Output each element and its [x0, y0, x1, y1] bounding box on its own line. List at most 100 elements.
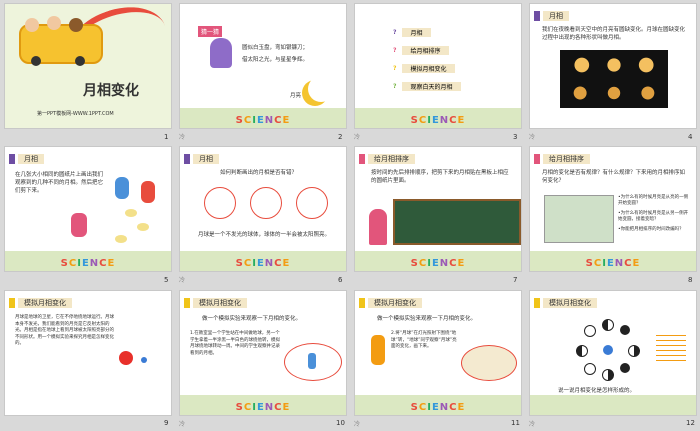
slide-heading: 模拟月相变化: [534, 297, 597, 309]
slide-5[interactable]: 月相 在几张大小相同的圆纸片上画出我们观察到的几种不同的月相。然后把它们剪下来。…: [4, 146, 172, 272]
guess-badge: 猜一猜: [198, 26, 223, 37]
slide-question: 如何判断画出的月相是否有错？: [220, 170, 298, 176]
riddle-line-1: 圆似白玉盘，弯如银镰刀；: [242, 45, 309, 51]
paper-moon-icon: [115, 235, 127, 243]
slide-heading: 月相: [534, 10, 569, 22]
moon-phase-icon: [620, 363, 630, 373]
bullet-2: •为什么有的时候月亮是从另一侧开始变圆，接着变暗？: [618, 211, 689, 222]
kid-avatar: [47, 16, 61, 30]
kid-avatar: [69, 18, 83, 32]
slide-3[interactable]: ? 月相 ? 给月相排序 ? 模拟月相变化 ? 观察白天的月相 SCIENCE: [354, 3, 522, 129]
slide-4[interactable]: 月相 我们在夜晚看到天空中的月亮有圆缺变化。月球在圆缺变化过程中出现的各种形状叫…: [529, 3, 697, 129]
slide-body: 1.在教室里一个学生站在中间做地球，另一个学生拿着一半涂黑一半白色的球绕他转，模…: [190, 331, 280, 356]
moon-phase-icon: [562, 80, 596, 106]
moon-phase-icon: [576, 345, 588, 357]
slide-note: 冷: [179, 421, 186, 428]
mascot-figure: [210, 38, 232, 68]
slide-heading: 模拟月相变化: [359, 297, 422, 309]
slide-number: 1: [164, 133, 169, 141]
science-logo: SCIENCE: [235, 258, 291, 269]
slide-body: 我们在夜晚看到天空中的月亮有圆缺变化。月球在圆缺变化过程中出现的各种形状叫做月相…: [542, 27, 686, 41]
slide-caption: 说一说月相变化是怎样形成的。: [558, 388, 636, 394]
slide-heading: 给月相排序: [534, 153, 590, 165]
menu-item-3[interactable]: ? 模拟月相变化: [393, 64, 455, 73]
menu-item-1[interactable]: ? 月相: [393, 28, 431, 37]
slide-9[interactable]: 模拟月相变化 月球是地球的卫星，它在不停地绕地球运行。月球本身不发光，我们能看到…: [4, 290, 172, 416]
slide-heading: 模拟月相变化: [184, 297, 247, 309]
slide-number: 2: [338, 133, 343, 141]
slide-11[interactable]: 模拟月相变化 做一个模拟实验来观察一下月相的变化。 2.将“月球”在灯光照射下围…: [354, 290, 522, 416]
moon-phase-icon: [584, 325, 596, 337]
slide-number: 11: [511, 419, 520, 427]
moon-phase-icon: [602, 319, 614, 331]
science-logo: SCIENCE: [235, 115, 291, 126]
slide-body: 月球是地球的卫星，它在不停地绕地球运行。月球本身不发光，我们能看到的月亮是它反射…: [15, 315, 114, 346]
slide-number: 10: [336, 419, 345, 427]
slide-12[interactable]: 模拟月相变化 说一说月相变化是怎样形成的。: [529, 290, 697, 416]
slide-10[interactable]: 模拟月相变化 做一个模拟实验来观察一下月相的变化。 1.在教室里一个学生站在中间…: [179, 290, 347, 416]
slide-body: 2.将“月球”在灯光照射下围绕“地球”转，“地球”同学观察“月球”亮面的变化，画…: [391, 331, 457, 349]
kid-avatar: [25, 18, 39, 32]
menu-item-4[interactable]: ? 观察白天的月相: [393, 82, 461, 91]
slide-heading: 月相: [9, 153, 44, 165]
wheel-icon: [31, 56, 41, 66]
slide-note: 冷: [354, 421, 361, 428]
slide-heading: 模拟月相变化: [9, 297, 72, 309]
earth-icon: [141, 357, 147, 363]
slide-6[interactable]: 月相 如何判断画出的月相是否有错？ 月球是一个不发光的球体，球体的一半会被太阳照…: [179, 146, 347, 272]
sunlight-arrows-icon: [656, 335, 686, 361]
slide-note: 冷: [179, 277, 186, 284]
science-logo: SCIENCE: [585, 258, 641, 269]
slide-note: 冷: [529, 421, 536, 428]
kid-figure: [371, 335, 385, 365]
slide-body: 月球是一个不发光的球体，球体的一半会被太阳照亮。: [198, 232, 331, 238]
question-mark-icon: ?: [393, 83, 397, 90]
slide-number: 9: [164, 419, 169, 427]
slide-number: 6: [338, 276, 343, 284]
slide-body: 按时间的先后排排顺序，把剪下来的月相贴在黑板上相应的圆纸片里面。: [371, 170, 509, 184]
moon-phase-icon: [632, 80, 666, 106]
slide-body: 在几张大小相同的圆纸片上画出我们观察到的几种不同的月相。然后把它们剪下来。: [15, 172, 104, 194]
moon-diagram: [296, 187, 328, 219]
science-logo: SCIENCE: [410, 258, 466, 269]
earth-icon: [603, 345, 613, 355]
slide-1[interactable]: 月相变化 第一PPT模板网-WWW.1PPT.COM: [4, 3, 172, 129]
footer-link[interactable]: 第一PPT模板网-WWW.1PPT.COM: [37, 110, 114, 117]
question-mark-icon: ?: [393, 47, 397, 54]
moon-phase-icon: [597, 80, 631, 106]
moon-orbit-diagram: [576, 319, 640, 381]
moon-phase-icon: [620, 325, 630, 335]
slide-subtitle: 做一个模拟实验来观察一下月相的变化。: [202, 316, 302, 322]
riddle-line-2: 借太阳之光，与星星争辉。: [242, 57, 309, 63]
menu-item-2[interactable]: ? 给月相排序: [393, 46, 449, 55]
slide-number: 7: [513, 276, 518, 284]
footer-band: [530, 395, 696, 415]
kid-figure: [71, 213, 87, 237]
moon-phase-icon: [584, 363, 596, 375]
moon-phase-icon: [632, 52, 666, 78]
slide-heading: 月相: [184, 153, 219, 165]
slide-note: 冷: [354, 134, 361, 141]
paper-moon-icon: [137, 223, 149, 231]
slide-heading: 给月相排序: [359, 153, 415, 165]
slide-title: 月相变化: [83, 83, 139, 99]
slide-number: 5: [164, 276, 169, 284]
teacher-figure: [369, 209, 387, 245]
kid-figure: [308, 353, 316, 369]
classroom-photo: [544, 195, 614, 243]
bullet-1: •为什么有的时候月亮是从亮的一侧开始变圆？: [618, 195, 689, 206]
riddle-answer: 月亮: [290, 93, 302, 99]
moon-phase-icon: [628, 345, 640, 357]
wheel-icon: [75, 56, 85, 66]
slide-2[interactable]: 猜一猜 圆似白玉盘，弯如银镰刀； 借太阳之光，与星星争辉。 月亮 SCIENCE: [179, 3, 347, 129]
slide-7[interactable]: 给月相排序 按时间的先后排排顺序，把剪下来的月相贴在黑板上相应的圆纸片里面。 S…: [354, 146, 522, 272]
bullet-3: •你能把月相排序的时间改编吗？: [618, 227, 684, 232]
question-mark-icon: ?: [393, 65, 397, 72]
science-logo: SCIENCE: [235, 402, 291, 413]
kid-figure: [141, 181, 155, 203]
slide-8[interactable]: 给月相排序 月相的变化是否有规律？有什么规律？下来用的月相排序如何变化？ •为什…: [529, 146, 697, 272]
science-logo: SCIENCE: [410, 115, 466, 126]
paper-moon-icon: [125, 209, 137, 217]
science-logo: SCIENCE: [60, 258, 116, 269]
moon-photo-grid: [560, 50, 668, 108]
